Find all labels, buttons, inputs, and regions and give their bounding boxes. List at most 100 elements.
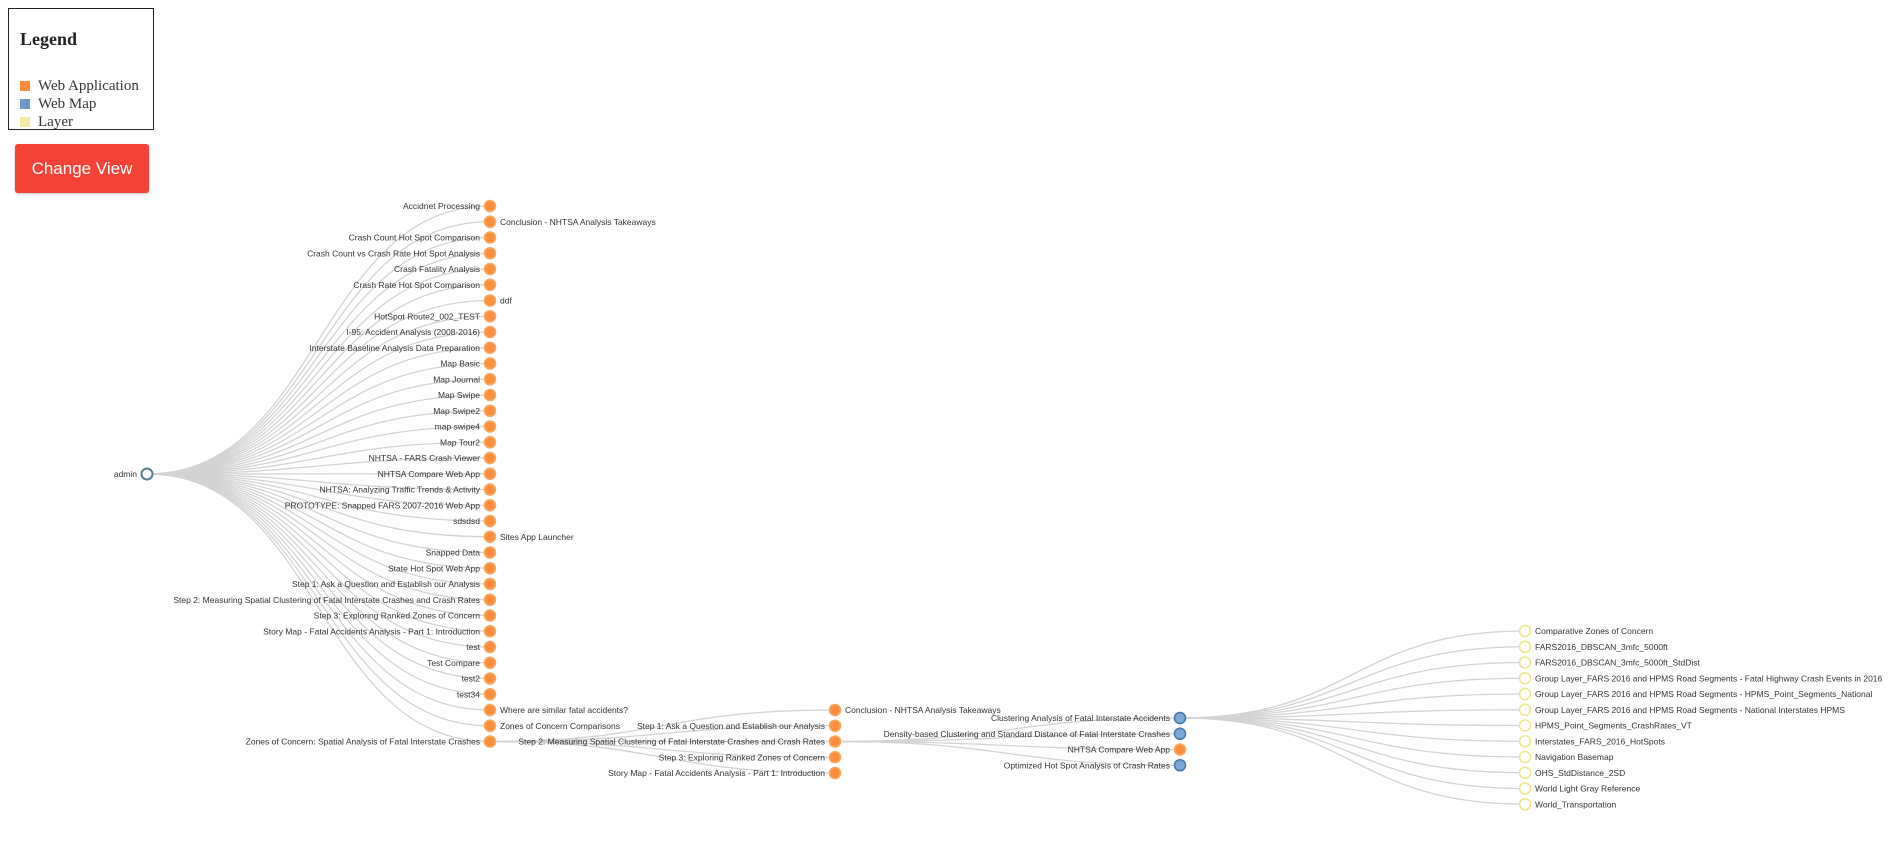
tree-node-app-step-3-exploring-ranked-zones-of-concern[interactable]: Step 3: Exploring Ranked Zones of Concer… [314,609,497,622]
tree-node-app-state-hot-spot-web-app[interactable]: State Hot Spot Web App [388,561,497,575]
tree-node-circle[interactable] [483,577,497,591]
tree-root-node[interactable]: admin [114,467,154,481]
tree-node-map-optimized-hot-spot-analysis-of-crash-rat[interactable]: Optimized Hot Spot Analysis of Crash Rat… [1004,758,1187,772]
tree-node-circle[interactable] [483,388,497,402]
tree-node-circle[interactable] [483,341,497,355]
tree-node-app-zones-of-concern-comparisons[interactable]: Zones of Concern Comparisons [483,719,621,733]
tree-node-circle[interactable] [483,451,497,465]
tree-node-app-step-3-exploring-ranked-zones-of-concern[interactable]: Step 3: Exploring Ranked Zones of Concer… [659,750,842,764]
tree-node-layer-comparative-zones-of-concern[interactable]: Comparative Zones of Concern [1518,624,1654,638]
tree-node-app-story-map-fatal-accidents-analysis-part-[interactable]: Story Map - Fatal Accidents Analysis - P… [263,624,497,638]
tree-node-circle[interactable] [483,467,497,481]
tree-node-circle[interactable] [483,735,497,748]
tree-node-layer-world-transportation[interactable]: World_Transportation [1518,797,1617,811]
tree-node-app-test34[interactable]: test34 [457,687,497,701]
tree-node-circle[interactable] [1518,640,1532,654]
tree-node-circle[interactable] [140,467,154,481]
tree-node-circle[interactable] [1518,624,1532,638]
tree-node-app-test2[interactable]: test2 [462,672,497,685]
tree-node-circle[interactable] [483,357,497,370]
tree-node-circle[interactable] [483,719,497,733]
tree-node-circle[interactable] [483,483,497,496]
tree-node-circle[interactable] [1518,719,1532,732]
tree-node-app-step-1-ask-a-question-and-establish-our-[interactable]: Step 1: Ask a Question and Establish our… [292,577,497,591]
tree-node-circle[interactable] [1518,703,1532,717]
tree-node-app-map-tour2[interactable]: Map Tour2 [440,435,497,449]
tree-node-circle[interactable] [483,420,497,433]
tree-node-layer-ohs-stddistance-2sd[interactable]: OHS_StdDistance_2SD [1518,766,1626,780]
tree-node-circle[interactable] [483,546,497,559]
tree-node-circle[interactable] [483,593,497,607]
tree-node-layer-fars2016-dbscan-3mfc-5000ft[interactable]: FARS2016_DBSCAN_3mfc_5000ft [1518,640,1669,654]
tree-node-circle[interactable] [828,719,842,733]
tree-node-app-step-1-ask-a-question-and-establish-our-[interactable]: Step 1: Ask a Question and Establish our… [637,719,842,733]
tree-node-circle[interactable] [483,609,497,622]
tree-node-circle[interactable] [1173,758,1187,772]
tree-node-circle[interactable] [1518,687,1532,701]
tree-node-app-map-basic[interactable]: Map Basic [440,357,497,370]
tree-node-circle[interactable] [483,278,497,292]
tree-node-circle[interactable] [483,530,497,544]
tree-node-app-hotspot-route2-002-test[interactable]: HotSpot Route2_002_TEST [374,309,497,323]
tree-node-app-snapped-data[interactable]: Snapped Data [426,546,497,559]
tree-node-app-crash-count-hot-spot-comparison[interactable]: Crash Count Hot Spot Comparison [349,231,497,244]
tree-node-circle[interactable] [483,514,497,528]
tree-node-circle[interactable] [1518,750,1532,764]
tree-node-circle[interactable] [483,372,497,386]
tree-node-circle[interactable] [483,404,497,418]
tree-node-circle[interactable] [483,246,497,260]
tree-node-app-story-map-fatal-accidents-analysis-part-[interactable]: Story Map - Fatal Accidents Analysis - P… [608,766,842,780]
tree-node-map-clustering-analysis-of-fatal-interstate-[interactable]: Clustering Analysis of Fatal Interstate … [991,711,1187,725]
tree-node-circle[interactable] [483,199,497,213]
tree-node-circle[interactable] [483,325,497,339]
tree-node-app-map-swipe2[interactable]: Map Swipe2 [433,404,497,418]
tree-node-circle[interactable] [483,435,497,449]
tree-node-app-nhtsa-compare-web-app[interactable]: NHTSA Compare Web App [378,467,497,481]
tree-node-app-i-95-accident-analysis-2008-2016[interactable]: I-95: Accident Analysis (2008-2016) [346,325,497,339]
tree-node-circle[interactable] [483,561,497,575]
tree-node-circle[interactable] [1173,711,1187,725]
tree-node-circle[interactable] [483,672,497,685]
tree-node-app-nhtsa-compare-web-app[interactable]: NHTSA Compare Web App [1068,743,1187,756]
tree-node-circle[interactable] [483,231,497,244]
tree-node-circle[interactable] [1173,727,1187,741]
tree-node-circle[interactable] [483,656,497,670]
tree-node-circle[interactable] [483,640,497,654]
tree-node-app-where-are-similar-fatal-accidents[interactable]: Where are similar fatal accidents? [483,703,629,717]
tree-node-circle[interactable] [483,687,497,701]
tree-node-circle[interactable] [483,703,497,717]
tree-node-app-step-2-measuring-spatial-clustering-of-f[interactable]: Step 2: Measuring Spatial Clustering of … [518,735,842,748]
tree-node-layer-group-layer-fars-2016-and-hpms-road-segm[interactable]: Group Layer_FARS 2016 and HPMS Road Segm… [1518,703,1846,717]
tree-node-layer-world-light-gray-reference[interactable]: World Light Gray Reference [1518,782,1641,795]
tree-node-app-zones-of-concern-spatial-analysis-of-fat[interactable]: Zones of Concern: Spatial Analysis of Fa… [246,735,497,748]
tree-node-circle[interactable] [828,766,842,780]
tree-node-circle[interactable] [1518,766,1532,780]
tree-node-circle[interactable] [483,309,497,323]
tree-node-circle[interactable] [1518,797,1532,811]
tree-node-app-interstate-baseline-analysis-data-prepar[interactable]: Interstate Baseline Analysis Data Prepar… [309,341,497,355]
tree-node-circle[interactable] [1518,782,1532,795]
tree-node-circle[interactable] [483,498,497,512]
tree-node-app-ddf[interactable]: ddf [483,294,513,307]
tree-node-layer-interstates-fars-2016-hotspots[interactable]: Interstates_FARS_2016_HotSpots [1518,734,1665,748]
tree-node-app-nhtsa-analyzing-traffic-trends-activity[interactable]: NHTSA: Analyzing Traffic Trends & Activi… [320,483,497,496]
tree-node-circle[interactable] [828,735,842,748]
tree-node-app-test-compare[interactable]: Test Compare [427,656,497,670]
tree-node-map-density-based-clustering-and-standard-di[interactable]: Density-based Clustering and Standard Di… [884,727,1187,741]
tree-node-circle[interactable] [483,624,497,638]
tree-node-app-step-2-measuring-spatial-clustering-of-f[interactable]: Step 2: Measuring Spatial Clustering of … [173,593,497,607]
tree-node-app-nhtsa-fars-crash-viewer[interactable]: NHTSA - FARS Crash Viewer [369,451,497,465]
tree-node-circle[interactable] [1173,743,1187,756]
tree-node-circle[interactable] [483,294,497,307]
tree-node-circle[interactable] [1518,671,1532,685]
tree-node-app-conclusion-nhtsa-analysis-takeaways[interactable]: Conclusion - NHTSA Analysis Takeaways [828,703,1001,717]
tree-node-layer-group-layer-fars-2016-and-hpms-road-segm[interactable]: Group Layer_FARS 2016 and HPMS Road Segm… [1518,671,1883,685]
tree-node-layer-navigation-basemap[interactable]: Navigation Basemap [1518,750,1614,764]
tree-node-app-crash-rate-hot-spot-comparison[interactable]: Crash Rate Hot Spot Comparison [353,278,497,292]
tree-node-circle[interactable] [828,703,842,717]
tree-node-layer-hpms-point-segments-crashrates-vt[interactable]: HPMS_Point_Segments_CrashRates_VT [1518,719,1692,732]
tree-node-layer-fars2016-dbscan-3mfc-5000ft-stddist[interactable]: FARS2016_DBSCAN_3mfc_5000ft_StdDist [1518,656,1701,669]
tree-node-app-map-swipe4[interactable]: map swipe4 [435,420,497,433]
tree-node-circle[interactable] [1518,656,1532,669]
tree-node-circle[interactable] [828,750,842,764]
